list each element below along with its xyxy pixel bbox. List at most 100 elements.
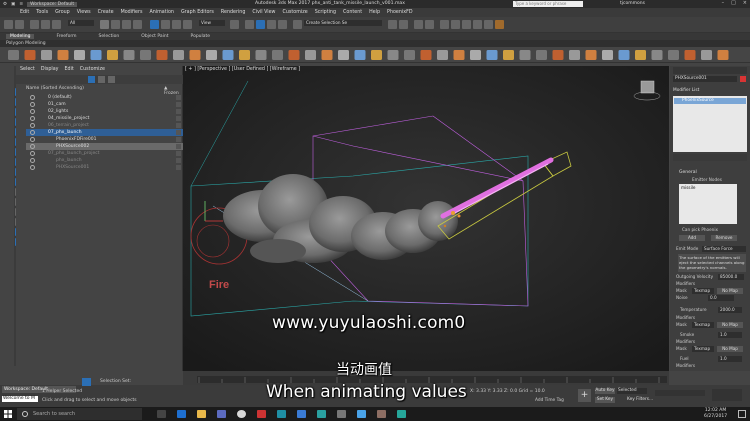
explorer-menu-display[interactable]: Display (41, 67, 59, 72)
select-move-icon[interactable] (150, 20, 159, 29)
menu-create[interactable]: Create (98, 10, 114, 15)
shelf-tool-icon[interactable] (437, 50, 448, 60)
shelf-tool-icon[interactable] (519, 50, 531, 60)
menu-civil-view[interactable]: Civil View (252, 10, 275, 15)
temperature-map-button[interactable]: No Map (717, 322, 743, 328)
quick-access-icon[interactable]: ▣ (11, 2, 15, 7)
mirror-icon[interactable] (388, 20, 397, 29)
smoke-mask-dropdown[interactable]: Texmap (692, 346, 714, 352)
render-production-icon[interactable] (495, 20, 504, 29)
fuel-field[interactable]: 1.0 (718, 356, 742, 362)
menu-content[interactable]: Content (343, 10, 362, 15)
task-view-icon[interactable] (157, 410, 166, 418)
menu-views[interactable]: Views (77, 10, 91, 15)
shelf-tool-icon[interactable] (140, 50, 151, 60)
menu-graph-editors[interactable]: Graph Editors (181, 10, 214, 15)
temperature-field[interactable]: 2000.0 (718, 307, 742, 313)
shelf-tool-icon[interactable] (602, 50, 613, 60)
layer-icon[interactable] (82, 378, 91, 386)
shelf-tool-icon[interactable] (354, 50, 366, 60)
filter-icon[interactable] (88, 76, 95, 83)
toggle-scene-explorer-icon[interactable] (414, 20, 423, 29)
notification-icon[interactable] (738, 410, 746, 418)
menu-tools[interactable]: Tools (36, 10, 48, 15)
minimize-icon[interactable]: – (722, 0, 725, 6)
tab-freeform[interactable]: Freeform (56, 34, 76, 39)
freeze-icon[interactable] (176, 158, 181, 163)
modifier-list-dropdown[interactable]: Modifier List (673, 88, 747, 94)
eye-icon[interactable] (30, 109, 35, 114)
noise-field[interactable]: 0.0 (708, 295, 734, 301)
explorer-row[interactable]: phx_launch (26, 157, 183, 164)
explorer-row[interactable]: 07_phx_launch_project (26, 150, 183, 157)
explorer-row-highlight[interactable]: PHXSource002 (26, 143, 183, 150)
object-color-swatch[interactable] (740, 76, 746, 82)
shelf-tool-icon[interactable] (453, 50, 465, 60)
shelf-tool-icon[interactable] (57, 50, 69, 60)
angle-snap-icon[interactable] (256, 20, 265, 29)
smoke-field[interactable]: 1.0 (718, 332, 742, 338)
shelf-tool-icon[interactable] (569, 50, 580, 60)
viewcube[interactable] (640, 80, 655, 94)
shelf-tool-icon[interactable] (107, 50, 118, 60)
explorer-row[interactable]: PHXSource001 (26, 164, 183, 171)
shelf-icons[interactable] (0, 47, 750, 63)
set-key-button[interactable]: Set Key (595, 397, 615, 403)
material-editor-icon[interactable] (462, 20, 471, 29)
freeze-icon[interactable] (176, 102, 181, 107)
add-time-tag[interactable]: Add Time Tag (535, 398, 564, 403)
explorer-row[interactable]: 04_missile_project (26, 115, 183, 122)
menu-rendering[interactable]: Rendering (221, 10, 246, 15)
shelf-tool-icon[interactable] (272, 50, 283, 60)
mask-map-button[interactable]: No Map (717, 288, 743, 294)
explorer-column-header[interactable]: Name (Sorted Ascending) ▲ Frozen (26, 86, 181, 96)
explorer-row[interactable]: 01_cam (26, 101, 183, 108)
bind-space-warp-icon[interactable] (52, 20, 61, 29)
app-menu-icon[interactable]: ⚙ (3, 2, 7, 7)
shelf-tool-icon[interactable] (338, 50, 349, 60)
pivot-center-icon[interactable] (230, 20, 239, 29)
tab-selection[interactable]: Selection (99, 34, 120, 39)
shelf-tool-icon[interactable] (387, 50, 399, 60)
eye-icon[interactable] (30, 158, 35, 163)
schematic-view-icon[interactable] (451, 20, 460, 29)
add-button[interactable]: Add (679, 235, 705, 241)
workspace-badge[interactable]: Workspace: Default (27, 1, 78, 7)
unlink-icon[interactable] (41, 20, 50, 29)
explorer-menu-select[interactable]: Select (20, 67, 35, 72)
modifier-stack-item[interactable]: PhoenixSource (674, 98, 746, 104)
explorer-row[interactable]: PhoenixFDFire001 (26, 136, 183, 143)
shelf-tool-icon[interactable] (684, 50, 696, 60)
column-name[interactable]: Name (Sorted Ascending) (26, 86, 84, 91)
window-crossing-icon[interactable] (133, 20, 142, 29)
eye-icon[interactable] (30, 102, 35, 107)
tab-object-paint[interactable]: Object Paint (141, 34, 168, 39)
freeze-icon[interactable] (176, 95, 181, 100)
taskbar-search-input[interactable]: Search to search (17, 408, 142, 420)
shelf-tool-icon[interactable] (123, 50, 135, 60)
close-icon[interactable]: × (743, 0, 747, 6)
hierarchy-icon[interactable] (98, 76, 105, 83)
app-icon-lightblue[interactable] (357, 410, 366, 418)
viewport-label[interactable]: [ + ] [Perspective ] [User Defined ] [Wi… (185, 67, 300, 72)
user-account[interactable]: tjcommons (620, 1, 645, 6)
shelf-tool-icon[interactable] (41, 50, 52, 60)
freeze-icon[interactable] (176, 130, 181, 135)
shelf-tool-icon[interactable] (470, 50, 481, 60)
shelf-tool-icon[interactable] (239, 50, 250, 60)
explorer-menu-customize[interactable]: Customize (80, 67, 105, 72)
shelf-tool-icon[interactable] (156, 50, 168, 60)
shelf-tool-icon[interactable] (371, 50, 382, 60)
menu-animation[interactable]: Animation (149, 10, 173, 15)
shelf-tool-icon[interactable] (222, 50, 234, 60)
windows-start-icon[interactable] (4, 410, 12, 418)
eye-icon[interactable] (30, 165, 35, 170)
menu-scripting[interactable]: Scripting (315, 10, 336, 15)
shelf-tool-icon[interactable] (255, 50, 267, 60)
menu-customize[interactable]: Customize (283, 10, 308, 15)
shelf-tool-icon[interactable] (486, 50, 498, 60)
menu-phoenixfd[interactable]: PhoenixFD (387, 10, 412, 15)
3dsmax-icon[interactable] (317, 410, 326, 418)
freeze-icon[interactable] (176, 116, 181, 121)
stack-controls[interactable] (673, 154, 747, 161)
